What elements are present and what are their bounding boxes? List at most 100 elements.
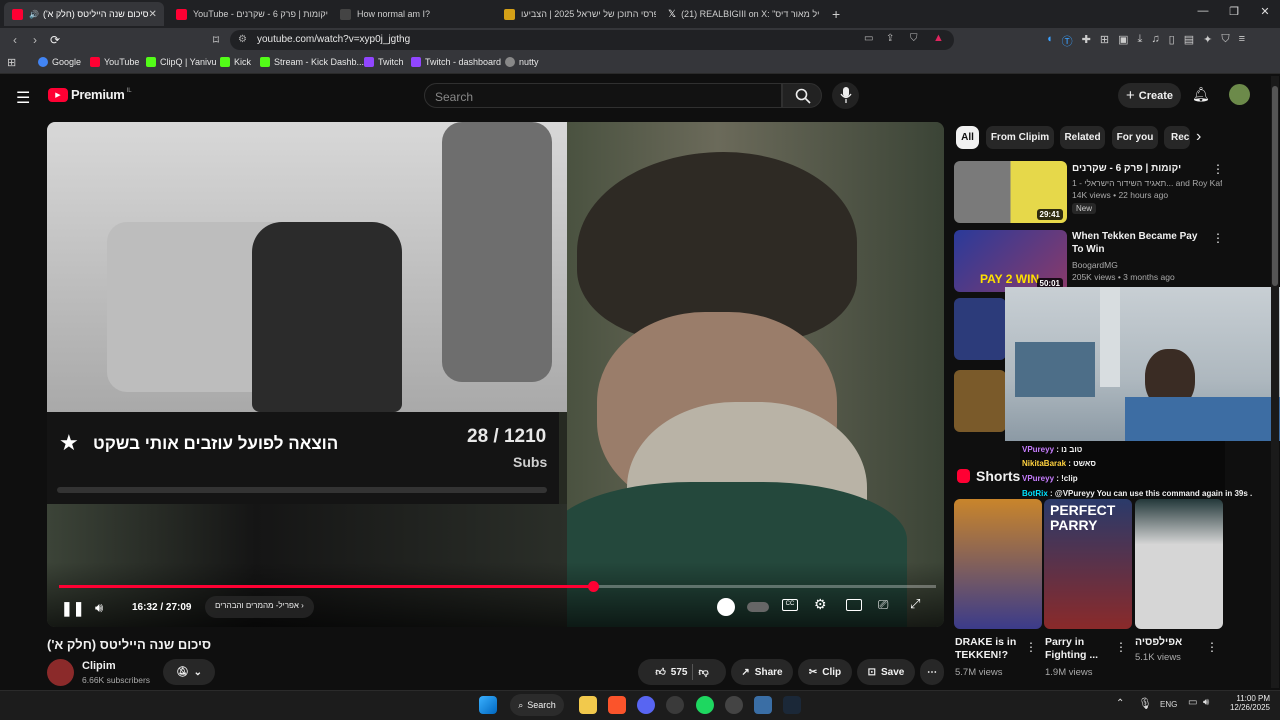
extension-icon[interactable]: ⊞ bbox=[1100, 33, 1109, 49]
spotify-icon[interactable] bbox=[696, 696, 714, 714]
steam-icon[interactable] bbox=[783, 696, 801, 714]
address-bar[interactable]: ⚙ youtube.com/watch?v=xyp0j_jgthg ▭ ⇪ ⛉ … bbox=[230, 30, 954, 50]
rec-thumbnail[interactable] bbox=[954, 370, 1006, 432]
bookmark-clipq[interactable]: ClipQ | Yanivu bbox=[146, 57, 217, 67]
youtube-logo[interactable]: ▶ Premium IL bbox=[48, 87, 132, 102]
windows-start-icon[interactable] bbox=[479, 696, 497, 714]
app-icon[interactable] bbox=[666, 696, 684, 714]
bookmark-twitch-dashboard[interactable]: Twitch - dashboard bbox=[411, 57, 501, 67]
pause-icon[interactable]: ❚❚ bbox=[61, 600, 84, 617]
miniplayer-icon[interactable] bbox=[846, 599, 862, 611]
captions-icon[interactable]: CC bbox=[782, 599, 798, 611]
speaker-icon[interactable]: 🔊 bbox=[29, 10, 39, 19]
extension-icon[interactable]: ◖ bbox=[1046, 33, 1053, 49]
apps-grid-icon[interactable]: ⊞ bbox=[7, 56, 16, 69]
save-button[interactable]: ⊡ Save bbox=[857, 659, 915, 685]
create-button[interactable]: + Create bbox=[1118, 83, 1181, 108]
tab-active[interactable]: 🔊 סיכום שנה הייליטס (חלק א') ✕ bbox=[4, 2, 164, 26]
rec-channel[interactable]: תאגיד השידור הישראלי - 1... and Roy Kafr… bbox=[1072, 177, 1222, 189]
sidebar-icon[interactable]: ▯ bbox=[1169, 33, 1175, 49]
brave-rewards-icon[interactable]: ▲ bbox=[933, 32, 944, 44]
short-thumbnail[interactable] bbox=[1135, 499, 1223, 629]
avatar[interactable] bbox=[1229, 84, 1250, 105]
leo-icon[interactable]: ✦ bbox=[1203, 33, 1212, 49]
short-title[interactable]: DRAKE is in TEKKEN!? bbox=[955, 636, 1025, 662]
chip-recent[interactable]: Rec bbox=[1164, 126, 1190, 149]
back-icon[interactable]: ‹ bbox=[8, 33, 22, 47]
bookmark-kick[interactable]: Kick bbox=[220, 57, 251, 67]
language-indicator[interactable]: ENG bbox=[1160, 700, 1177, 709]
volume-icon[interactable]: 🔊︎ bbox=[95, 600, 103, 616]
short-thumbnail[interactable]: PERFECT PARRY bbox=[1044, 499, 1132, 629]
tab-awards[interactable]: פרסי התוכן של ישראל 2025 | הצביעו bbox=[496, 2, 656, 26]
chip-from-clipim[interactable]: From Clipim bbox=[986, 126, 1054, 149]
channel-avatar[interactable] bbox=[47, 659, 74, 686]
brave-browser-icon[interactable] bbox=[608, 696, 626, 714]
close-window-icon[interactable]: ✕ bbox=[1255, 5, 1275, 18]
more-vert-icon[interactable]: ⋮ bbox=[1206, 640, 1218, 654]
search-input[interactable]: Search bbox=[424, 83, 782, 108]
chips-next-icon[interactable]: › bbox=[1196, 128, 1201, 146]
site-info-icon[interactable]: ⚙ bbox=[238, 34, 247, 45]
more-vert-icon[interactable]: ⋮ bbox=[1212, 162, 1224, 176]
app-icon[interactable] bbox=[725, 696, 743, 714]
tab-x[interactable]: 𝕏 (21) REALBIGIII on X: "הייל מאור דיס" bbox=[660, 2, 820, 26]
rec-channel[interactable]: BoogardMG bbox=[1072, 259, 1118, 271]
autoplay-shield-icon[interactable] bbox=[717, 598, 735, 616]
bookmark-page-icon[interactable]: ⌑ bbox=[209, 33, 223, 47]
translate-icon[interactable]: Ⓣ bbox=[1062, 33, 1073, 49]
menu-icon[interactable]: ≡ bbox=[1239, 33, 1245, 49]
chapter-button[interactable]: אפריל- מהמרים והבהרים › bbox=[205, 596, 314, 618]
cast-icon[interactable]: ⎚ bbox=[878, 597, 888, 613]
voice-search-button[interactable] bbox=[832, 82, 859, 109]
puzzle-icon[interactable]: ✚ bbox=[1082, 33, 1091, 49]
short-title[interactable]: אפילפסיה bbox=[1135, 636, 1201, 649]
vpn-icon[interactable]: ⛉ bbox=[1221, 33, 1229, 49]
fullscreen-icon[interactable]: ⤢ bbox=[910, 596, 920, 612]
tray-chevron-icon[interactable]: ⌃ bbox=[1116, 698, 1124, 709]
brave-shield-icon[interactable]: ⛉ bbox=[910, 33, 918, 44]
cast-page-icon[interactable]: ▭ bbox=[864, 33, 873, 44]
tab-how-normal[interactable]: How normal am I? bbox=[332, 2, 492, 26]
restore-icon[interactable]: ❐ bbox=[1224, 5, 1244, 18]
hamburger-menu-icon[interactable]: ☰ bbox=[16, 88, 30, 108]
new-tab-button[interactable]: + bbox=[824, 2, 844, 26]
close-tab-icon[interactable]: ✕ bbox=[149, 9, 157, 20]
reload-icon[interactable]: ⟳ bbox=[48, 33, 62, 47]
file-explorer-icon[interactable] bbox=[579, 696, 597, 714]
autoplay-toggle[interactable] bbox=[747, 602, 769, 612]
rec-thumbnail[interactable] bbox=[954, 298, 1006, 360]
scrollbar-thumb[interactable] bbox=[1272, 86, 1278, 286]
media-icon[interactable]: ♫ bbox=[1151, 33, 1159, 49]
notifications-bell-icon[interactable]: 🔔︎ bbox=[1192, 86, 1210, 103]
share-button[interactable]: ↗ Share bbox=[731, 659, 793, 685]
share-page-icon[interactable]: ⇪ bbox=[886, 33, 894, 44]
clip-button[interactable]: ✂ Clip bbox=[798, 659, 852, 685]
short-title[interactable]: Parry in Fighting ... bbox=[1045, 636, 1111, 662]
bookmark-youtube[interactable]: YouTube bbox=[90, 57, 139, 67]
url-text[interactable]: youtube.com/watch?v=xyp0j_jgthg bbox=[257, 34, 410, 45]
more-vert-icon[interactable]: ⋮ bbox=[1212, 231, 1224, 245]
wallet-icon[interactable]: ▤ bbox=[1184, 33, 1194, 49]
bookmark-kick-dashboard[interactable]: Stream - Kick Dashb... bbox=[260, 57, 364, 67]
minimize-icon[interactable]: — bbox=[1193, 5, 1213, 17]
taskbar-search[interactable]: ⌕ Search bbox=[510, 694, 564, 716]
bookmark-nutty[interactable]: nutty bbox=[505, 57, 539, 67]
dislike-button[interactable]: 👎︎ bbox=[698, 666, 708, 678]
more-actions-button[interactable]: ⋯ bbox=[920, 659, 944, 685]
rec-title[interactable]: When Tekken Became Pay To Win bbox=[1072, 230, 1207, 256]
like-button[interactable]: 👍︎ 575 bbox=[655, 666, 687, 679]
search-button[interactable] bbox=[782, 83, 822, 108]
extension-icon[interactable]: ▣ bbox=[1118, 33, 1128, 49]
bookmark-google[interactable]: Google bbox=[38, 57, 81, 67]
bookmark-twitch[interactable]: Twitch bbox=[364, 57, 404, 67]
rec-thumbnail[interactable]: 29:41 bbox=[954, 161, 1067, 223]
forward-icon[interactable]: › bbox=[28, 33, 42, 47]
chip-all[interactable]: All bbox=[956, 126, 979, 149]
microphone-tray-icon[interactable]: 🎙︎ bbox=[1138, 697, 1152, 710]
chip-related[interactable]: Related bbox=[1060, 126, 1105, 149]
progress-scrubber[interactable] bbox=[588, 581, 600, 592]
discord-icon[interactable] bbox=[637, 696, 655, 714]
page-scrollbar[interactable] bbox=[1271, 76, 1279, 688]
rec-title[interactable]: יקומות | פרק 6 - שקרנים bbox=[1072, 162, 1207, 175]
